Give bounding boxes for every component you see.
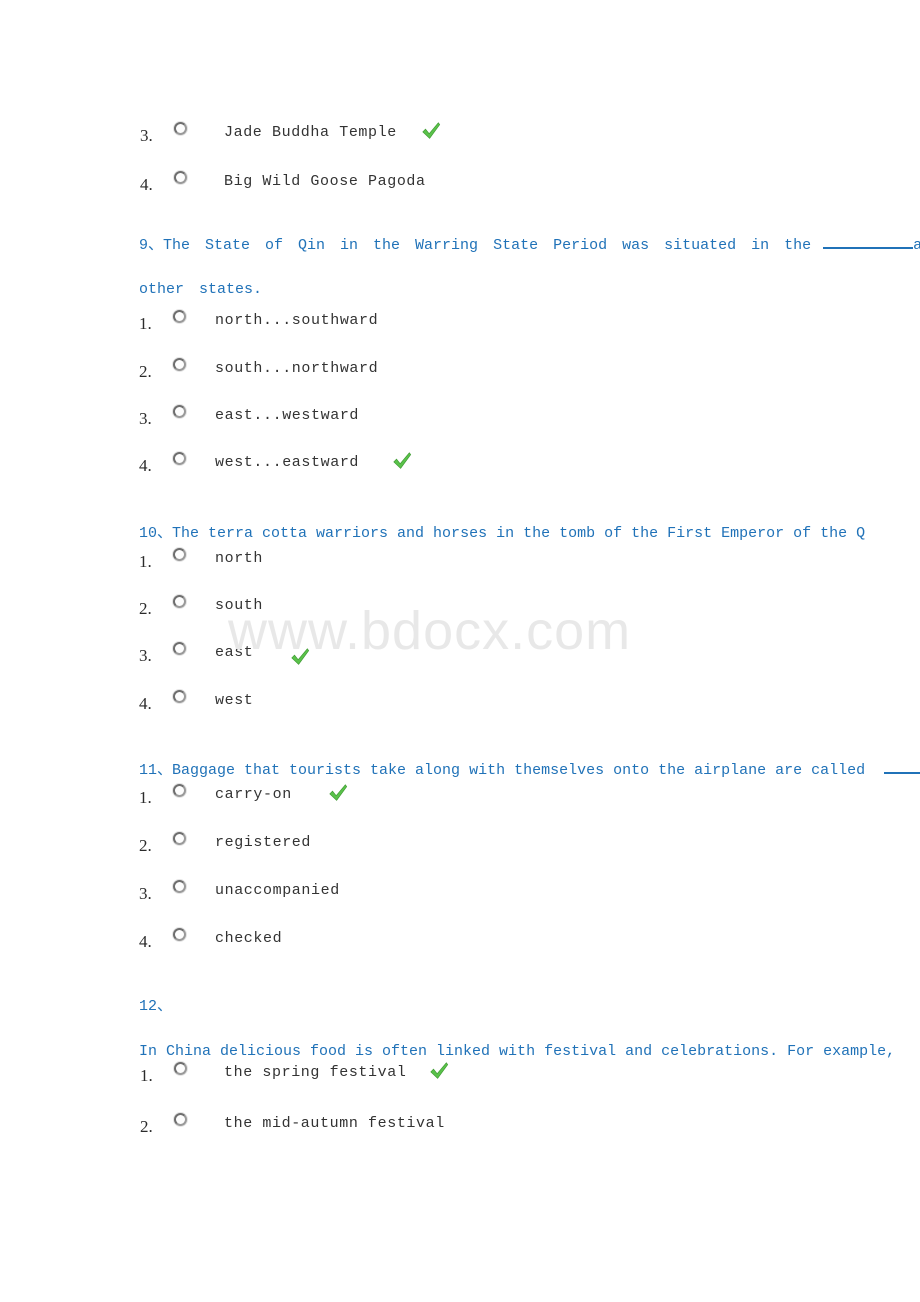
radio-button[interactable] (174, 171, 187, 184)
radio-button[interactable] (173, 405, 186, 418)
option-label: west...eastward (215, 454, 360, 471)
radio-button[interactable] (174, 1113, 187, 1126)
question-text-line2: other states. (139, 281, 263, 298)
option-label: west (215, 692, 254, 709)
radio-button[interactable] (173, 310, 186, 323)
option-label: Big Wild Goose Pagoda (224, 173, 426, 190)
question-stem-9: 9、The State of Qin in the Warring State … (139, 224, 920, 268)
question-text: Baggage that tourists take along with th… (172, 762, 866, 779)
question-number: 11、 (139, 762, 173, 779)
option-number: 4. (139, 932, 152, 951)
radio-button[interactable] (173, 928, 186, 941)
option-label: registered (215, 834, 312, 851)
check-icon (420, 120, 442, 142)
option-label: east...westward (215, 407, 360, 424)
site-watermark: www.bdocx.com (228, 601, 632, 661)
option-label: checked (215, 930, 283, 947)
radio-button[interactable] (173, 452, 186, 465)
radio-button[interactable] (173, 832, 186, 845)
option-number: 2. (139, 362, 152, 381)
option-label: unaccompanied (215, 882, 340, 899)
option-label: north (215, 550, 264, 567)
question-text: The terra cotta warriors and horses in t… (172, 525, 866, 542)
question-number: 9、 (139, 237, 164, 254)
option-label: south...northward (215, 360, 379, 377)
radio-button[interactable] (173, 690, 186, 703)
option-number: 1. (139, 552, 152, 571)
option-number: 2. (140, 1117, 153, 1136)
option-number: 4. (139, 694, 152, 713)
option-number: 1. (139, 788, 152, 807)
option-number: 4. (139, 456, 152, 475)
question-text-line2: In China delicious food is often linked … (139, 1043, 896, 1060)
option-label: carry-on (215, 786, 292, 803)
radio-button[interactable] (174, 1062, 187, 1075)
option-number: 2. (139, 599, 152, 618)
question-number: 12、 (139, 998, 173, 1015)
radio-button[interactable] (173, 595, 186, 608)
option-number: 3. (140, 126, 153, 145)
answer-blank (884, 758, 920, 774)
question-stem-9-line2: other states. (139, 268, 262, 312)
check-icon (327, 782, 349, 804)
document-page: www.bdocx.com 3. Jade Buddha Temple 4. B… (0, 0, 920, 1302)
radio-button[interactable] (173, 358, 186, 371)
option-number: 3. (139, 884, 152, 903)
option-number: 3. (139, 646, 152, 665)
radio-button[interactable] (173, 548, 186, 561)
option-label: north...southward (215, 312, 379, 329)
option-label: the mid-autumn festival (224, 1115, 445, 1132)
check-icon (428, 1060, 450, 1082)
radio-button[interactable] (174, 122, 187, 135)
radio-button[interactable] (173, 784, 186, 797)
option-number: 3. (139, 409, 152, 428)
option-number: 1. (139, 314, 152, 333)
radio-button[interactable] (173, 642, 186, 655)
option-label: the spring festival (224, 1064, 407, 1081)
check-icon (391, 450, 413, 472)
answer-blank-11 (884, 749, 920, 793)
option-number: 2. (139, 836, 152, 855)
question-text-tail: and (913, 237, 920, 254)
option-label: Jade Buddha Temple (224, 124, 397, 141)
question-text: The State of Qin in the Warring State Pe… (163, 237, 812, 254)
question-number: 10、 (139, 525, 173, 542)
option-number: 4. (140, 175, 153, 194)
answer-blank (823, 233, 914, 249)
radio-button[interactable] (173, 880, 186, 893)
question-stem-12: 12、 (139, 985, 172, 1029)
option-number: 1. (140, 1066, 153, 1085)
